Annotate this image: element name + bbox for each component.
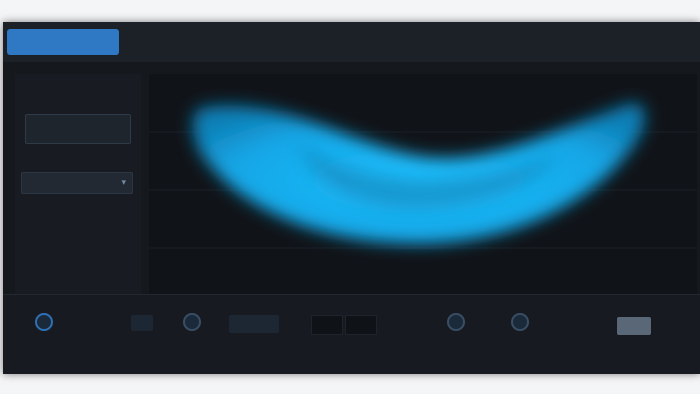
bypass-button[interactable] xyxy=(617,317,651,335)
control-6[interactable] xyxy=(511,313,529,349)
mode-dropdown[interactable]: ▾ xyxy=(21,172,133,194)
knob-1[interactable] xyxy=(35,313,53,331)
tab-6[interactable] xyxy=(571,29,653,55)
tab-4[interactable] xyxy=(347,29,429,55)
tab-3[interactable] xyxy=(235,29,317,55)
control-1[interactable] xyxy=(35,313,53,349)
plugin-window: ▾ xyxy=(3,22,700,374)
tab-1[interactable] xyxy=(7,29,119,55)
spectrum-band xyxy=(192,103,645,244)
chevron-down-icon: ▾ xyxy=(121,178,126,188)
knob-6[interactable] xyxy=(511,313,529,331)
control-5[interactable] xyxy=(447,313,465,349)
control-bar xyxy=(3,294,700,374)
control-2[interactable] xyxy=(183,313,201,349)
tab-2[interactable] xyxy=(123,29,205,55)
display-svg xyxy=(149,103,697,249)
tab-5[interactable] xyxy=(459,29,541,55)
control-button-a[interactable] xyxy=(311,315,343,335)
value-small[interactable] xyxy=(131,315,153,331)
tab-bar xyxy=(3,22,700,62)
visual-display xyxy=(149,74,697,306)
knob-2[interactable] xyxy=(183,313,201,331)
knob-5[interactable] xyxy=(447,313,465,331)
mode-button[interactable] xyxy=(25,114,131,144)
left-panel: ▾ xyxy=(15,74,141,306)
value-box[interactable] xyxy=(229,315,279,333)
control-button-b[interactable] xyxy=(345,315,377,335)
